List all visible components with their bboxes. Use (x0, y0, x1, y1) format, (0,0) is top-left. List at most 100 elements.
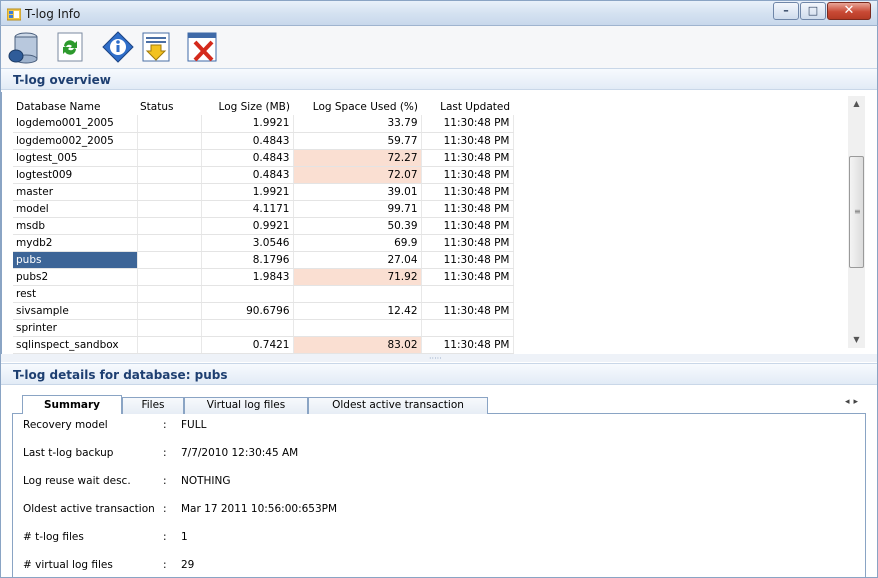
cell-database-name: logdemo001_2005 (13, 115, 137, 133)
refresh-icon[interactable] (53, 30, 87, 64)
table-row[interactable]: mydb2 3.0546 69.9 11:30:48 PM (13, 234, 514, 252)
table-row[interactable]: logtest009 0.4843 72.07 11:30:48 PM (13, 166, 514, 184)
cell-database-name: msdb (13, 217, 137, 235)
cell-log-size: 0.4843 (200, 166, 293, 184)
detail-value: Mar 17 2011 10:56:00:653PM (181, 503, 338, 515)
close-window-icon[interactable] (185, 30, 219, 64)
splitter[interactable]: ····· (1, 354, 877, 363)
cell-database-name: logdemo002_2005 (13, 132, 137, 150)
cell-last-updated: 11:30:48 PM (420, 302, 514, 320)
cell-status (136, 200, 201, 218)
detail-value: FULL (181, 419, 207, 431)
table-row[interactable]: sprinter (13, 319, 514, 337)
cell-last-updated: 11:30:48 PM (420, 183, 514, 201)
vertical-scrollbar[interactable]: ▲ ≡ ▼ (848, 96, 865, 348)
details-header: T-log details for database: pubs (1, 363, 877, 385)
overview-header: T-log overview (1, 68, 877, 90)
detail-label: # t-log files (23, 531, 84, 543)
cell-status (136, 268, 201, 286)
detail-value: 29 (181, 559, 195, 571)
maximize-button[interactable]: □ (800, 2, 826, 20)
table-row[interactable]: model 4.1171 99.71 11:30:48 PM (13, 200, 514, 218)
detail-label: Log reuse wait desc. (23, 475, 131, 487)
table-row[interactable]: sqlinspect_sandbox 0.7421 83.02 11:30:48 PM (13, 336, 514, 354)
cell-last-updated (420, 285, 514, 303)
cell-log-space-used (292, 285, 421, 303)
detail-separator: : (163, 503, 167, 515)
cell-database-name: sivsample (13, 302, 137, 320)
cell-log-size: 8.1796 (200, 251, 293, 269)
minimize-button[interactable]: – (773, 2, 799, 20)
cell-last-updated: 11:30:48 PM (420, 251, 514, 269)
cell-log-size: 0.9921 (200, 217, 293, 235)
cell-status (136, 336, 201, 354)
table-row[interactable]: pubs2 1.9843 71.92 11:30:48 PM (13, 268, 514, 286)
table-row[interactable]: rest (13, 285, 514, 303)
cell-log-space-used: 59.77 (292, 132, 421, 150)
cell-status (136, 234, 201, 252)
table-row[interactable]: logdemo002_2005 0.4843 59.77 11:30:48 PM (13, 132, 514, 150)
detail-label: Recovery model (23, 419, 108, 431)
window-title: T-log Info (25, 7, 81, 21)
table-row[interactable]: msdb 0.9921 50.39 11:30:48 PM (13, 217, 514, 235)
tab-oldest-active-transaction[interactable]: Oldest active transaction (308, 397, 488, 414)
col-status[interactable]: Status (137, 98, 201, 115)
col-database-name[interactable]: Database Name (13, 98, 137, 115)
cell-database-name: model (13, 200, 137, 218)
cell-log-space-used: 72.07 (292, 166, 421, 184)
cell-database-name: logtest009 (13, 166, 137, 184)
cell-log-size: 1.9921 (200, 115, 293, 133)
export-icon[interactable] (139, 30, 173, 64)
cell-status (136, 149, 201, 167)
cell-status (136, 183, 201, 201)
table-row[interactable]: pubs 8.1796 27.04 11:30:48 PM (13, 251, 514, 269)
tab-virtual-log-files[interactable]: Virtual log files (184, 397, 308, 414)
table-row[interactable]: sivsample 90.6796 12.42 11:30:48 PM (13, 302, 514, 320)
cell-database-name: rest (13, 285, 137, 303)
col-log-size[interactable]: Log Size (MB) (201, 98, 293, 115)
col-last-updated[interactable]: Last Updated (421, 98, 513, 115)
detail-value: NOTHING (181, 475, 231, 487)
title-bar: T-log Info – □ ✕ (0, 0, 878, 26)
cell-status (136, 285, 201, 303)
col-log-space-used[interactable]: Log Space Used (%) (293, 98, 421, 115)
detail-label: # virtual log files (23, 559, 113, 571)
cell-log-space-used: 12.42 (292, 302, 421, 320)
details-title: T-log details for database: pubs (13, 368, 228, 382)
table-row[interactable]: logtest_005 0.4843 72.27 11:30:48 PM (13, 149, 514, 167)
cell-database-name: sprinter (13, 319, 137, 337)
cell-log-space-used: 50.39 (292, 217, 421, 235)
cell-log-space-used: 27.04 (292, 251, 421, 269)
cell-database-name: pubs2 (13, 268, 137, 286)
toolbar (0, 26, 878, 68)
cell-log-size: 4.1171 (200, 200, 293, 218)
detail-value: 7/7/2010 12:30:45 AM (181, 447, 299, 459)
cell-log-size: 0.4843 (200, 132, 293, 150)
cell-log-space-used: 71.92 (292, 268, 421, 286)
close-button[interactable]: ✕ (827, 2, 871, 20)
cell-log-size: 1.9843 (200, 268, 293, 286)
table-row[interactable]: master 1.9921 39.01 11:30:48 PM (13, 183, 514, 201)
detail-separator: : (163, 531, 167, 543)
overview-grid: Database Name Status Log Size (MB) Log S… (1, 92, 877, 354)
detail-separator: : (163, 447, 167, 459)
cell-log-size (200, 319, 293, 337)
cell-last-updated: 11:30:48 PM (420, 217, 514, 235)
scroll-thumb[interactable]: ≡ (849, 156, 864, 268)
cell-log-size: 0.4843 (200, 149, 293, 167)
table-row[interactable]: logdemo001_2005 1.9921 33.79 11:30:48 PM (13, 115, 514, 133)
scroll-up-icon[interactable]: ▲ (848, 96, 865, 112)
cell-status (136, 217, 201, 235)
info-icon[interactable] (101, 30, 135, 64)
tab-scroll-arrows-icon[interactable]: ◂▸ (845, 397, 862, 407)
cell-log-size (200, 285, 293, 303)
cell-log-space-used: 83.02 (292, 336, 421, 354)
tab-summary[interactable]: Summary (22, 395, 122, 414)
scroll-down-icon[interactable]: ▼ (848, 332, 865, 348)
detail-separator: : (163, 559, 167, 571)
tab-files[interactable]: Files (122, 397, 184, 414)
cell-database-name: master (13, 183, 137, 201)
detail-separator: : (163, 419, 167, 431)
database-icon[interactable] (7, 30, 41, 64)
cell-status (136, 132, 201, 150)
